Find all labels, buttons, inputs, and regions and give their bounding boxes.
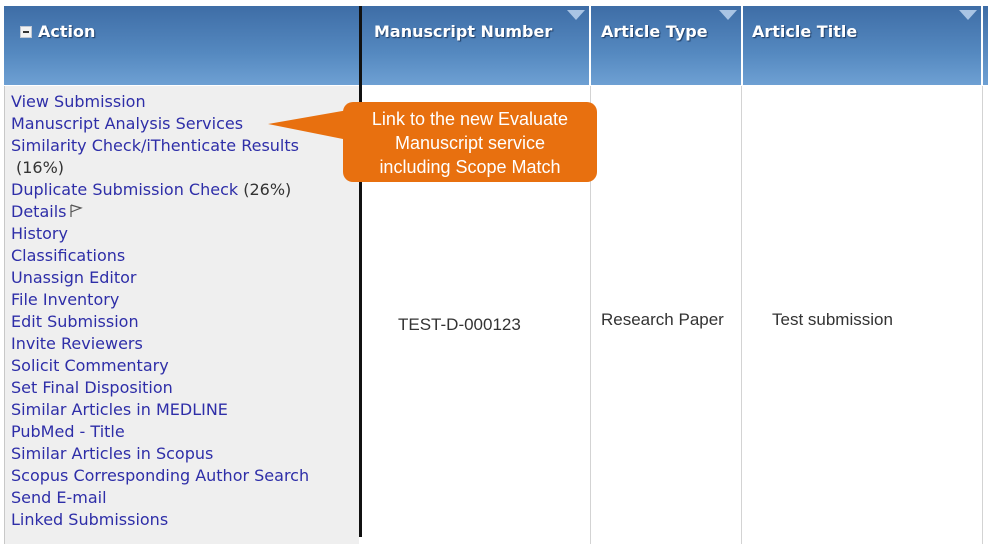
column-header-article-type-label: Article Type — [601, 22, 708, 41]
column-divider — [741, 86, 742, 544]
action-scopus-corresponding-author-search[interactable]: Scopus Corresponding Author Search — [11, 465, 359, 487]
action-linked-submissions[interactable]: Linked Submissions — [11, 509, 359, 531]
frozen-column-divider[interactable] — [359, 6, 362, 537]
action-invite-reviewers[interactable]: Invite Reviewers — [11, 333, 359, 355]
column-divider — [982, 86, 983, 544]
callout-line: Manuscript service — [394, 133, 546, 153]
sort-triangle-icon[interactable] — [959, 10, 977, 20]
manuscript-number-cell: TEST-D-000123 — [398, 315, 521, 334]
action-details[interactable]: Details — [11, 202, 66, 221]
annotation-callout: Link to the new Evaluate Manuscript serv… — [343, 102, 597, 182]
column-header-action[interactable]: Action — [4, 6, 359, 85]
article-title-cell: Test submission — [772, 310, 893, 329]
action-solicit-commentary[interactable]: Solicit Commentary — [11, 355, 359, 377]
article-type-cell: Research Paper — [601, 310, 724, 329]
flag-icon — [70, 204, 84, 217]
column-header-action-label: Action — [38, 22, 96, 41]
similarity-check-percent: (16%) — [16, 158, 65, 177]
action-pubmed-title[interactable]: PubMed - Title — [11, 421, 359, 443]
action-similar-articles-medline[interactable]: Similar Articles in MEDLINE — [11, 399, 359, 421]
column-header-manuscript-number-label: Manuscript Number — [374, 22, 553, 41]
action-send-email[interactable]: Send E-mail — [11, 487, 359, 509]
column-header-manuscript-number[interactable]: Manuscript Number — [362, 6, 589, 85]
sort-triangle-icon[interactable] — [719, 10, 737, 20]
action-unassign-editor[interactable]: Unassign Editor — [11, 267, 359, 289]
action-details-row: Details — [11, 201, 359, 223]
action-set-final-disposition[interactable]: Set Final Disposition — [11, 377, 359, 399]
column-header-article-title[interactable]: Article Title — [743, 6, 981, 85]
action-cell: View Submission Manuscript Analysis Serv… — [4, 86, 359, 544]
callout-line: including Scope Match — [379, 157, 561, 177]
action-history[interactable]: History — [11, 223, 359, 245]
action-edit-submission[interactable]: Edit Submission — [11, 311, 359, 333]
column-header-next-partial — [983, 6, 988, 85]
sort-triangle-icon[interactable] — [567, 10, 585, 20]
collapse-minus-icon[interactable] — [20, 26, 32, 38]
duplicate-check-percent: (26%) — [243, 180, 292, 199]
action-file-inventory[interactable]: File Inventory — [11, 289, 359, 311]
action-classifications[interactable]: Classifications — [11, 245, 359, 267]
column-header-article-title-label: Article Title — [752, 22, 858, 41]
action-duplicate-submission-check-row: Duplicate Submission Check (26%) — [11, 179, 359, 201]
action-duplicate-submission-check[interactable]: Duplicate Submission Check — [11, 180, 238, 199]
column-header-article-type[interactable]: Article Type — [591, 6, 741, 85]
callout-line: Link to the new Evaluate — [371, 109, 569, 129]
action-similar-articles-scopus[interactable]: Similar Articles in Scopus — [11, 443, 359, 465]
